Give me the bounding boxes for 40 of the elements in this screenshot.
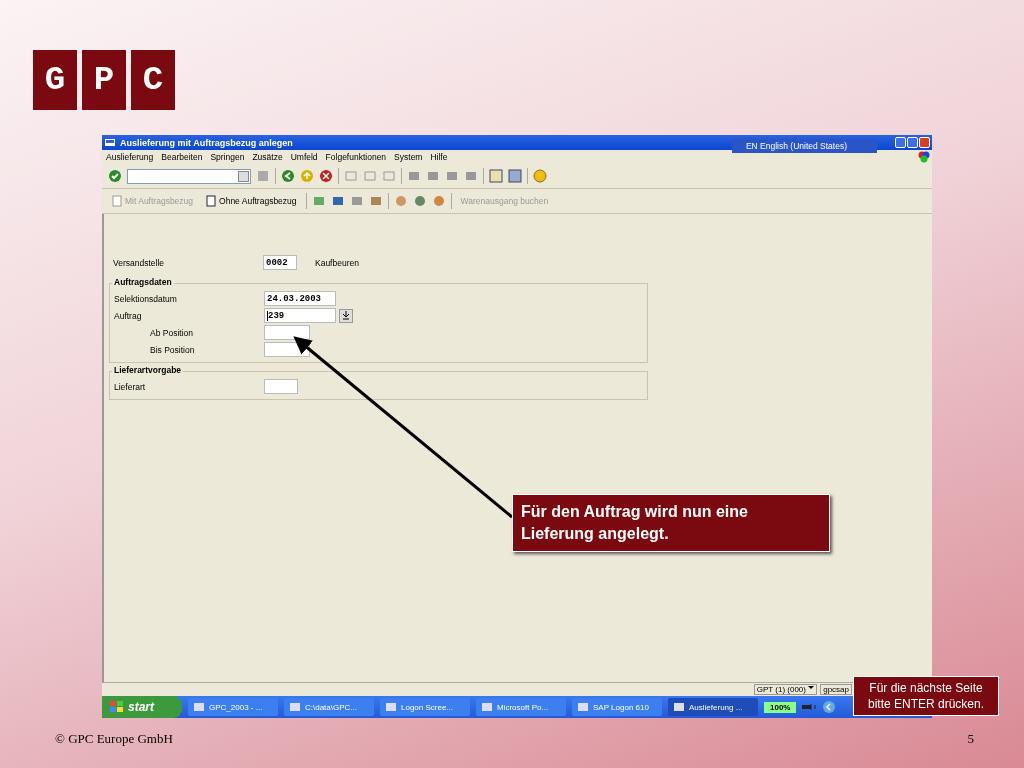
- menu-item[interactable]: Folgefunktionen: [325, 152, 387, 162]
- logo-letter: P: [82, 50, 126, 110]
- group-title: Lieferartvorgabe: [112, 365, 184, 375]
- input-field[interactable]: 239: [264, 308, 336, 323]
- logo-letter: G: [33, 50, 77, 110]
- menu-item[interactable]: System: [394, 152, 423, 162]
- menu-item[interactable]: Hilfe: [430, 152, 448, 162]
- copyright-text: © GPC Europe GmbH: [55, 731, 173, 747]
- input-field[interactable]: 24.03.2003: [264, 291, 336, 306]
- field-description: Kaufbeuren: [315, 257, 359, 268]
- field-label: Selektionsdatum: [113, 293, 178, 304]
- menu-item[interactable]: Springen: [210, 152, 245, 162]
- taskbar-button[interactable]: C:\data\GPC...: [284, 698, 374, 716]
- callout-note: Für die nächste Seite bitte ENTER drücken.: [853, 676, 999, 716]
- field-label: Auftrag: [113, 310, 143, 321]
- field-label: Lieferart: [113, 381, 147, 392]
- taskbar-button[interactable]: SAP Logon 610: [572, 698, 662, 716]
- logo-letter: C: [131, 50, 175, 110]
- battery-level: 100%: [764, 701, 797, 713]
- system-info[interactable]: GPT (1) (000): [753, 684, 818, 695]
- input-field[interactable]: 0002: [263, 255, 297, 270]
- page-number: 5: [967, 731, 974, 747]
- server-info: gpcsap: [820, 684, 852, 695]
- group-title: Auftragsdaten: [112, 277, 174, 287]
- language-bar: EN English (United States): [731, 138, 877, 153]
- taskbar-button[interactable]: Microsoft Po...: [476, 698, 566, 716]
- taskbar-button[interactable]: GPC_2003 - ...: [188, 698, 278, 716]
- callout-note: Für den Auftrag wird nun eine Lieferung angelegt.: [512, 494, 830, 552]
- menu-item[interactable]: Umfeld: [290, 152, 318, 162]
- menu-item[interactable]: Bearbeiten: [161, 152, 203, 162]
- field-label: Bis Position: [149, 344, 196, 355]
- field-label: Versandstelle: [112, 257, 166, 268]
- taskbar-button[interactable]: Logon Scree...: [380, 698, 470, 716]
- menu-item[interactable]: Zusätze: [252, 152, 283, 162]
- start-button[interactable]: start: [102, 696, 182, 718]
- menu-item[interactable]: Auslieferung: [106, 152, 154, 162]
- toolbar-button[interactable]: Ohne Auftragsbezug: [202, 195, 301, 207]
- window-title: Auslieferung mit Auftragsbezug anlegen: [120, 137, 293, 148]
- field-label: Ab Position: [149, 327, 194, 338]
- taskbar-button[interactable]: Auslieferung ...: [668, 698, 758, 716]
